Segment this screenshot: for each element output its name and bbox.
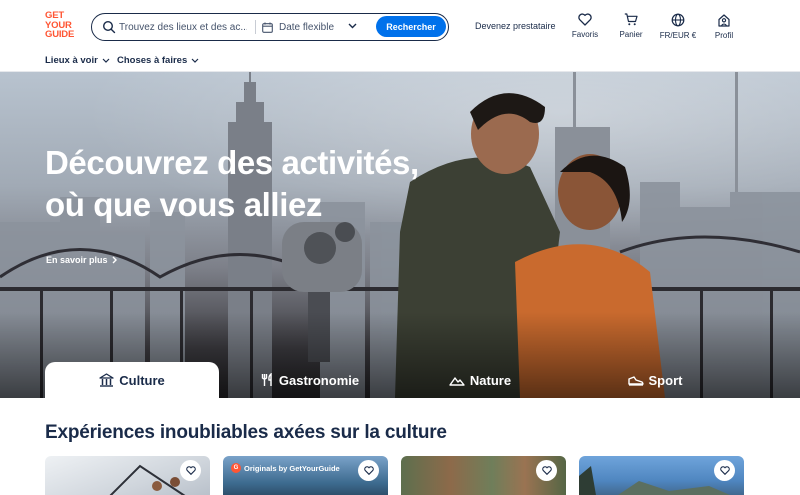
tab-sport-label: Sport bbox=[648, 372, 683, 388]
cart-icon bbox=[624, 13, 638, 26]
subnav-places-label: Lieux à voir bbox=[45, 55, 98, 66]
hero-photo-illustration bbox=[0, 72, 800, 398]
tab-culture-label: Culture bbox=[119, 372, 165, 388]
nav-favorites-label: Favoris bbox=[571, 30, 599, 39]
search-divider bbox=[255, 20, 256, 34]
hero-banner: Découvrez des activités, où que vous all… bbox=[0, 72, 800, 398]
nav-cart[interactable]: Panier bbox=[611, 13, 651, 39]
chevron-down-icon bbox=[102, 58, 110, 63]
heart-icon bbox=[185, 466, 196, 475]
section-title: Expériences inoubliables axées sur la cu… bbox=[45, 422, 447, 443]
nav-profile[interactable]: Profil bbox=[704, 13, 744, 40]
experience-card[interactable] bbox=[401, 456, 566, 495]
favorite-button[interactable] bbox=[358, 460, 379, 481]
favorite-button[interactable] bbox=[714, 460, 735, 481]
museum-icon bbox=[99, 373, 114, 387]
favorite-button[interactable] bbox=[536, 460, 557, 481]
tab-sport[interactable]: Sport bbox=[585, 362, 725, 398]
mountain-icon bbox=[449, 376, 465, 386]
originals-badge-label: Originals by GetYourGuide bbox=[244, 463, 340, 473]
date-picker[interactable]: Date flexible bbox=[262, 18, 358, 36]
fork-knife-icon bbox=[261, 373, 272, 386]
chevron-right-icon bbox=[112, 256, 117, 264]
chevron-down-icon bbox=[191, 58, 199, 63]
top-header: GET YOUR GUIDE Date flexible Rechercher … bbox=[0, 0, 800, 50]
experience-card[interactable]: G Originals by GetYourGuide bbox=[223, 456, 388, 495]
learn-more-label: En savoir plus bbox=[46, 255, 108, 265]
tab-nature[interactable]: Nature bbox=[410, 362, 550, 398]
subnav-things-label: Choses à faires bbox=[117, 55, 188, 66]
experience-card[interactable] bbox=[45, 456, 210, 495]
category-tabs: Culture Gastronomie Nature Sport bbox=[0, 362, 800, 398]
subnav-things-to-do[interactable]: Choses à faires bbox=[117, 55, 199, 66]
originals-badge: G Originals by GetYourGuide bbox=[229, 461, 345, 475]
favorite-button[interactable] bbox=[180, 460, 201, 481]
nav-favorites[interactable]: Favoris bbox=[565, 13, 605, 39]
logo-line-3: GUIDE bbox=[45, 29, 75, 40]
subnav-places-to-see[interactable]: Lieux à voir bbox=[45, 55, 110, 66]
search-input[interactable] bbox=[119, 18, 247, 36]
nav-cart-label: Panier bbox=[619, 30, 643, 39]
heart-icon bbox=[363, 466, 374, 475]
tab-gastronomy-label: Gastronomie bbox=[278, 372, 360, 388]
category-subnav: Lieux à voir Choses à faires bbox=[0, 50, 800, 72]
hero-title: Découvrez des activités, où que vous all… bbox=[45, 144, 419, 223]
nav-language-label: FR/EUR € bbox=[659, 31, 697, 40]
heart-icon bbox=[541, 466, 552, 475]
heart-icon bbox=[719, 466, 730, 475]
learn-more-link[interactable]: En savoir plus bbox=[46, 255, 117, 265]
tab-culture[interactable]: Culture bbox=[45, 362, 219, 398]
search-button[interactable]: Rechercher bbox=[376, 16, 446, 37]
become-supplier-link[interactable]: Devenez prestataire bbox=[475, 21, 556, 31]
tab-nature-label: Nature bbox=[469, 372, 512, 388]
getyourguide-logo[interactable]: GET YOUR GUIDE bbox=[45, 11, 79, 40]
heart-icon bbox=[578, 13, 592, 26]
search-icon bbox=[102, 20, 116, 34]
sneaker-icon bbox=[627, 375, 644, 386]
chevron-down-icon[interactable] bbox=[348, 23, 357, 29]
search-bar: Date flexible Rechercher bbox=[91, 13, 449, 41]
profile-icon bbox=[718, 14, 730, 27]
getyourguide-mark-icon: G bbox=[231, 463, 241, 473]
nav-language-currency[interactable]: FR/EUR € bbox=[656, 13, 700, 40]
tab-gastronomy[interactable]: Gastronomie bbox=[230, 362, 390, 398]
calendar-icon bbox=[262, 22, 273, 33]
nav-profile-label: Profil bbox=[714, 31, 734, 40]
globe-icon bbox=[671, 13, 685, 27]
date-label: Date flexible bbox=[279, 21, 335, 33]
experience-card[interactable] bbox=[579, 456, 744, 495]
